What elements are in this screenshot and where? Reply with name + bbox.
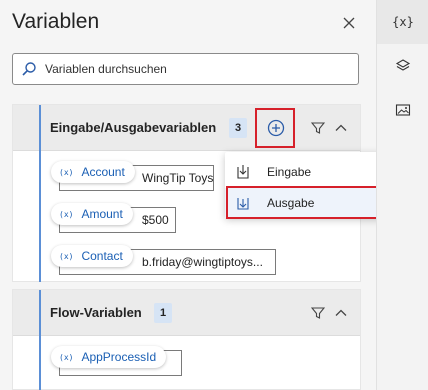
filter-button[interactable] [308, 118, 328, 138]
variable-type-icon: (x) [59, 209, 74, 219]
variable-row[interactable]: (x) AppProcessId [51, 346, 182, 376]
image-icon [395, 104, 411, 116]
variable-chip[interactable]: (x) Account [51, 161, 135, 183]
variable-name: Account [81, 165, 125, 179]
filter-icon [311, 307, 325, 319]
variable-type-icon: (x) [59, 167, 74, 177]
variable-chip[interactable]: (x) Contact [51, 245, 133, 267]
filter-button[interactable] [308, 303, 328, 323]
variable-chip[interactable]: (x) AppProcessId [51, 346, 167, 368]
close-button[interactable] [338, 12, 360, 34]
flow-section-header[interactable]: Flow-Variablen 1 [13, 290, 360, 336]
variable-type-icon: (x) [59, 352, 74, 362]
variables-tab[interactable]: {x} [377, 0, 428, 44]
collapse-button[interactable] [331, 303, 351, 323]
variable-name: AppProcessId [81, 350, 157, 364]
variable-name: Contact [81, 249, 123, 263]
variable-row[interactable]: b.friday@wingtiptoys... (x) Contact [51, 245, 276, 275]
images-tab[interactable] [377, 88, 428, 132]
layers-icon [395, 59, 411, 71]
right-rail: {x} [376, 0, 428, 390]
variable-chip[interactable]: (x) Amount [51, 203, 133, 225]
variable-name: Amount [81, 207, 123, 221]
panel-title: Variablen [12, 10, 100, 33]
variable-count-badge: 1 [154, 303, 172, 323]
section-title: Flow-Variablen [50, 305, 142, 320]
variables-icon: {x} [392, 15, 414, 29]
chevron-up-icon [335, 309, 347, 316]
search-icon [13, 54, 45, 84]
variables-panel: Variablen Eingabe/Ausgabevariablen 3 [0, 0, 410, 390]
add-button-highlight [255, 108, 295, 148]
search-input[interactable] [45, 62, 345, 76]
search-box[interactable] [12, 53, 359, 85]
close-icon [343, 17, 355, 29]
variable-type-icon: (x) [59, 251, 74, 261]
section-title: Eingabe/Ausgabevariablen [50, 120, 217, 135]
collapse-button[interactable] [331, 118, 351, 138]
variable-row[interactable]: WingTip Toys (x) Account [51, 161, 214, 191]
io-section-header[interactable]: Eingabe/Ausgabevariablen 3 [13, 105, 360, 151]
variable-count-badge: 3 [229, 118, 247, 138]
flow-variables-section: Flow-Variablen 1 (x) AppProcessId [12, 289, 361, 390]
chevron-up-icon [335, 124, 347, 131]
filter-icon [311, 122, 325, 134]
layers-tab[interactable] [377, 44, 428, 88]
variable-row[interactable]: $500 (x) Amount [51, 203, 176, 233]
input-arrow-icon [234, 163, 252, 181]
menu-item-label: Eingabe [267, 165, 312, 179]
